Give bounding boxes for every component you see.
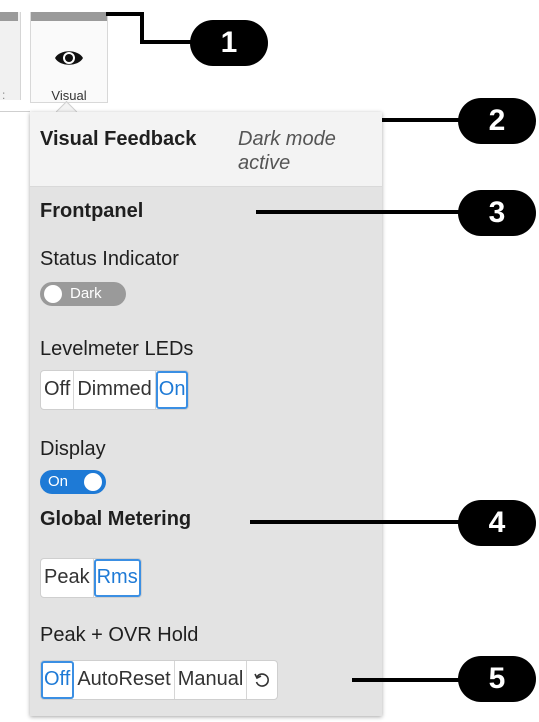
- display-label: Display: [40, 438, 106, 460]
- tab-indicator-bar: [0, 12, 18, 21]
- toggle-text: Dark: [70, 285, 102, 302]
- tab-previous[interactable]: :: [0, 12, 21, 102]
- callout-line-5: [352, 678, 462, 682]
- panel-title: Visual Feedback: [40, 128, 197, 150]
- section-global-metering-heading: Global Metering: [40, 508, 192, 530]
- tab-indicator-bar: [31, 12, 107, 21]
- dark-mode-status-line2: active: [238, 152, 291, 174]
- callout-line-2: [382, 118, 462, 122]
- tab-edge-marker: :: [2, 88, 6, 102]
- panel-header: Visual Feedback Dark mode active: [30, 112, 382, 187]
- metering-option-peak[interactable]: Peak: [41, 559, 94, 597]
- divider: [0, 111, 30, 112]
- levelmeter-option-on[interactable]: On: [155, 371, 189, 409]
- levelmeter-leds-label: Levelmeter LEDs: [40, 338, 194, 360]
- eye-icon: [54, 48, 84, 73]
- hold-option-autoreset[interactable]: AutoReset: [74, 661, 175, 699]
- tab-visual-label: Visual: [51, 88, 87, 103]
- peak-ovr-hold-label: Peak + OVR Hold: [40, 624, 199, 646]
- callout-badge-3: 3: [458, 190, 536, 236]
- metering-mode-selector: Peak Rms: [40, 558, 142, 598]
- status-indicator-toggle[interactable]: Dark: [40, 282, 126, 306]
- status-indicator-label: Status Indicator: [40, 248, 179, 270]
- levelmeter-option-dimmed[interactable]: Dimmed: [74, 371, 156, 409]
- hold-option-off[interactable]: Off: [41, 661, 75, 699]
- metering-option-rms[interactable]: Rms: [93, 559, 141, 597]
- dark-mode-status-line1: Dark mode: [238, 128, 336, 150]
- callout-line-4: [250, 520, 462, 524]
- display-toggle[interactable]: On: [40, 470, 106, 494]
- levelmeter-leds-selector: Off Dimmed On: [40, 370, 190, 410]
- reset-icon[interactable]: [247, 661, 277, 699]
- hold-option-manual[interactable]: Manual: [175, 661, 248, 699]
- peak-ovr-hold-selector: Off AutoReset Manual: [40, 660, 279, 700]
- callout-badge-2: 2: [458, 98, 536, 144]
- visual-feedback-panel: Visual Feedback Dark mode active Frontpa…: [30, 112, 382, 716]
- callout-line-3: [256, 210, 462, 214]
- toggle-knob: [44, 285, 62, 303]
- tab-visual[interactable]: Visual: [30, 12, 108, 103]
- toggle-knob: [84, 473, 102, 491]
- callout-line-1: [106, 12, 142, 16]
- callout-badge-5: 5: [458, 656, 536, 702]
- callout-badge-4: 4: [458, 500, 536, 546]
- toggle-text: On: [48, 473, 69, 490]
- callout-badge-1: 1: [190, 20, 268, 66]
- levelmeter-option-off[interactable]: Off: [41, 371, 75, 409]
- section-frontpanel-heading: Frontpanel: [40, 200, 144, 222]
